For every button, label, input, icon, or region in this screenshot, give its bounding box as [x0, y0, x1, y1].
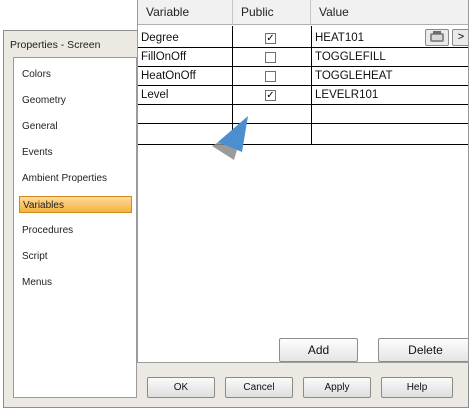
sidebar-item-procedures[interactable]: Procedures	[19, 222, 132, 239]
grid-line	[311, 26, 312, 145]
table-cell-value[interactable]: HEAT101	[313, 29, 423, 48]
help-button[interactable]: Help	[381, 377, 453, 398]
dialog-title: Properties - Screen	[10, 39, 101, 51]
browse-tag-button[interactable]	[425, 29, 449, 46]
public-checkbox-checked[interactable]: ✓	[265, 33, 276, 44]
grid-line	[138, 123, 468, 124]
table-cell-variable[interactable]: FillOnOff	[139, 48, 231, 67]
sidebar-item-ambient-properties[interactable]: Ambient Properties	[19, 170, 132, 187]
column-header-variable[interactable]: Variable	[138, 0, 233, 25]
cancel-button[interactable]: Cancel	[225, 377, 293, 398]
add-button[interactable]: Add	[279, 338, 358, 362]
table-cell-value[interactable]: TOGGLEFILL	[313, 48, 463, 67]
table-cell-variable[interactable]: HeatOnOff	[139, 67, 231, 86]
table-cell-variable[interactable]: Degree	[139, 29, 231, 48]
variables-panel: Variable Public Value Degree ✓ HEAT101 >…	[137, 0, 469, 363]
apply-button[interactable]: Apply	[303, 377, 371, 398]
tag-browser-icon	[430, 31, 444, 42]
delete-button[interactable]: Delete	[378, 338, 468, 362]
sidebar: Colors Geometry General Events Ambient P…	[13, 57, 137, 398]
sidebar-item-script[interactable]: Script	[19, 248, 132, 265]
sidebar-item-menus[interactable]: Menus	[19, 274, 132, 291]
pointer-cursor-icon	[212, 116, 248, 160]
sidebar-item-events[interactable]: Events	[19, 144, 132, 161]
table-cell-variable[interactable]: Level	[139, 86, 231, 105]
public-checkbox-unchecked[interactable]	[265, 52, 276, 63]
grid-line	[138, 144, 468, 145]
column-header-value[interactable]: Value	[311, 0, 468, 25]
public-checkbox-unchecked[interactable]	[265, 71, 276, 82]
public-checkbox-checked[interactable]: ✓	[265, 90, 276, 101]
more-options-button[interactable]: >	[452, 29, 468, 46]
sidebar-item-variables[interactable]: Variables	[19, 196, 132, 213]
table-cell-value[interactable]: TOGGLEHEAT	[313, 67, 463, 86]
column-header-public[interactable]: Public	[233, 0, 311, 25]
sidebar-item-geometry[interactable]: Geometry	[19, 92, 132, 109]
table-cell-value[interactable]: LEVELR101	[313, 86, 463, 105]
ok-button[interactable]: OK	[147, 377, 215, 398]
sidebar-item-colors[interactable]: Colors	[19, 66, 132, 83]
sidebar-item-general[interactable]: General	[19, 118, 132, 135]
